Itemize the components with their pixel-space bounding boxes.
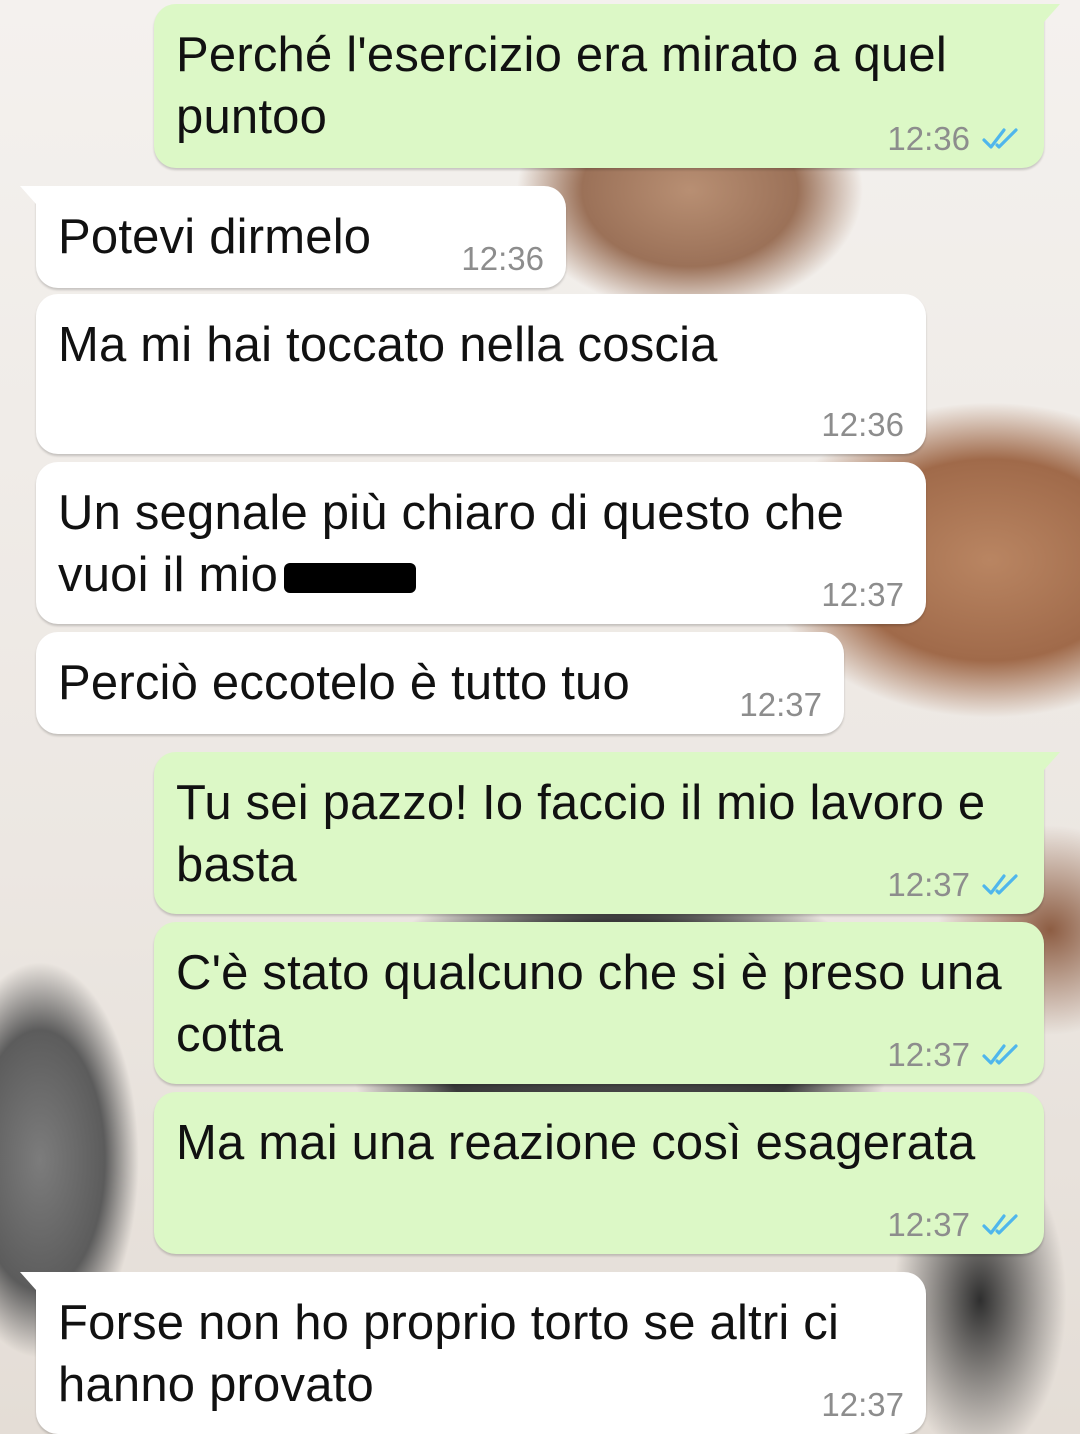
message-bubble-incoming[interactable]: Forse non ho proprio torto se altri ci h… (20, 1272, 926, 1434)
message-meta: 12:36 (821, 406, 904, 444)
message-time: 12:37 (887, 1206, 970, 1243)
message-meta: 12:37 (821, 1386, 904, 1424)
message-bubble-incoming[interactable]: Perciò eccotelo è tutto tuo 12:37 (36, 632, 844, 734)
message-meta: 12:36 (461, 240, 544, 278)
message-time: 12:37 (821, 1386, 904, 1423)
message-bubble-outgoing[interactable]: Perché l'esercizio era mirato a quel pun… (154, 4, 1060, 168)
message-bubble-incoming[interactable]: Ma mi hai toccato nella coscia 12:36 (36, 294, 926, 454)
message-text: Perciò eccotelo è tutto tuo (58, 656, 630, 710)
message-meta: 12:36 (887, 120, 1022, 158)
double-check-icon (982, 874, 1018, 895)
message-bubble-outgoing[interactable]: Ma mai una reazione così esagerata 12:37 (154, 1092, 1044, 1254)
message-meta: 12:37 (887, 1036, 1022, 1074)
message-meta: 12:37 (887, 1206, 1022, 1244)
message-time: 12:36 (821, 406, 904, 443)
message-meta: 12:37 (887, 866, 1022, 904)
message-bubble-outgoing[interactable]: C'è stato qualcuno che si è preso una co… (154, 922, 1044, 1084)
double-check-icon (982, 128, 1018, 149)
message-text: Ma mai una reazione così esagerata (176, 1116, 976, 1170)
double-check-icon (982, 1044, 1018, 1065)
message-text: Ma mi hai toccato nella coscia (58, 318, 718, 372)
message-time: 12:36 (461, 240, 544, 277)
message-meta: 12:37 (821, 576, 904, 614)
message-text-content: Un segnale più chiaro di questo che vuoi… (58, 486, 858, 602)
message-bubble-outgoing[interactable]: Tu sei pazzo! Io faccio il mio lavoro e … (154, 752, 1060, 914)
message-time: 12:37 (821, 576, 904, 613)
double-check-icon (982, 1214, 1018, 1235)
message-time: 12:37 (887, 1036, 970, 1073)
message-text: Un segnale più chiaro di questo che vuoi… (58, 482, 904, 606)
message-time: 12:37 (739, 686, 822, 723)
message-bubble-incoming[interactable]: Un segnale più chiaro di questo che vuoi… (36, 462, 926, 624)
message-time: 12:36 (887, 120, 970, 157)
message-time: 12:37 (887, 866, 970, 903)
redaction-bar (284, 563, 417, 594)
message-meta: 12:37 (739, 686, 822, 724)
message-bubble-incoming[interactable]: Potevi dirmelo 12:36 (20, 186, 566, 288)
message-text: Forse non ho proprio torto se altri ci h… (58, 1296, 853, 1412)
